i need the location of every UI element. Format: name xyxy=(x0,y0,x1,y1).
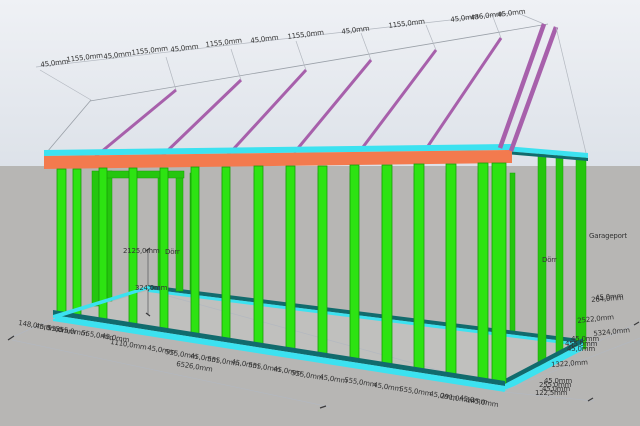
model-viewport[interactable]: 45,0mm1155,0mm45,0mm1155,0mm45,0mm1155,0… xyxy=(0,0,640,426)
front-right-corner-stud xyxy=(492,163,506,383)
framing-model-drawing xyxy=(0,0,640,426)
door-header xyxy=(106,171,184,178)
